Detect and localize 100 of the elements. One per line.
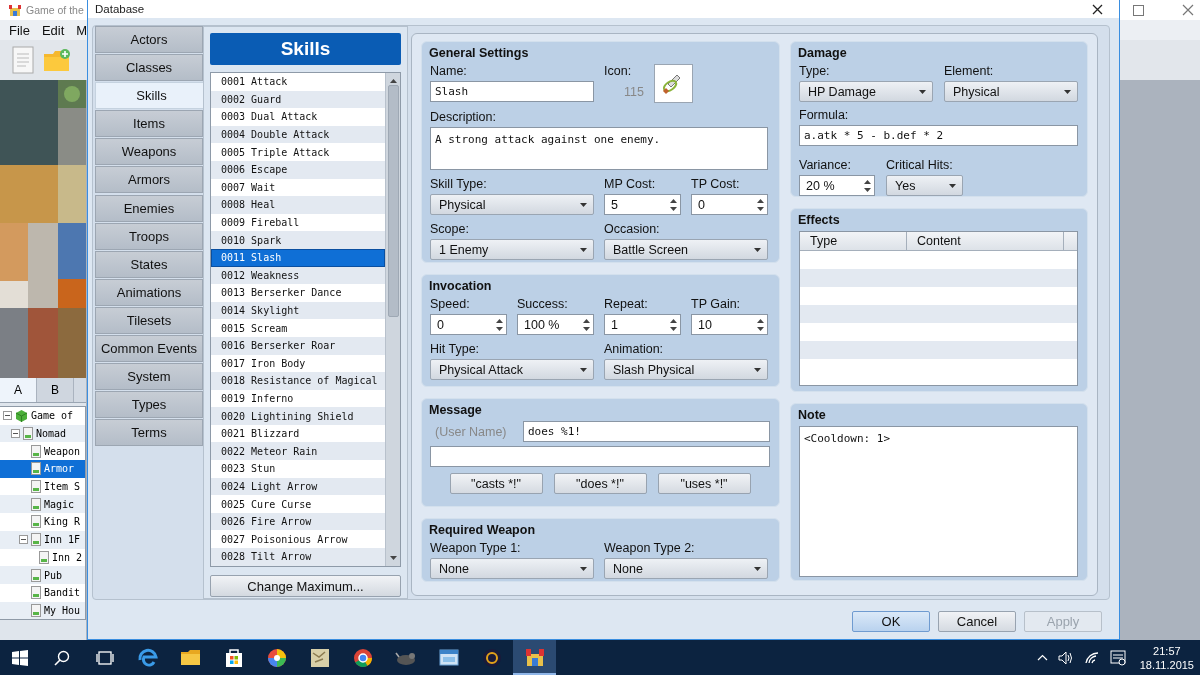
collapse-icon[interactable] xyxy=(11,429,20,439)
list-item[interactable]: 0008 Heal xyxy=(211,196,385,214)
category-tab[interactable]: Tilesets xyxy=(95,306,203,334)
list-item[interactable]: 0013 Berserker Dance xyxy=(211,284,385,302)
spin-arrows-icon[interactable] xyxy=(757,317,764,332)
maximize-icon[interactable] xyxy=(1133,4,1144,16)
text-field[interactable]: A strong attack against one enemy. xyxy=(430,127,768,170)
text-field[interactable]: <Cooldown: 1> xyxy=(799,426,1078,577)
list-item[interactable]: 0016 Berserker Roar xyxy=(211,336,385,355)
tree-item[interactable]: Pub xyxy=(0,566,85,584)
collapse-icon[interactable] xyxy=(3,411,12,421)
dropdown[interactable]: Physical Attack xyxy=(430,359,594,380)
list-item[interactable]: 0020 Lightining Shield xyxy=(211,407,385,425)
number-field[interactable]: 10 xyxy=(691,314,768,335)
category-tab[interactable]: Weapons xyxy=(95,138,203,166)
tab[interactable]: A xyxy=(0,378,37,402)
dropdown[interactable]: None xyxy=(604,558,768,579)
spin-arrows-icon[interactable] xyxy=(757,197,764,212)
text-field[interactable]: does %1! xyxy=(523,421,770,442)
wifi-icon[interactable] xyxy=(1083,650,1100,665)
number-field[interactable]: 0 xyxy=(691,194,768,215)
list-item[interactable]: 0017 Iron Body xyxy=(211,354,385,373)
spin-arrows-icon[interactable] xyxy=(496,317,503,332)
collapse-icon[interactable] xyxy=(19,535,28,545)
number-field[interactable]: 20 % xyxy=(799,175,875,196)
category-tab[interactable]: Actors xyxy=(95,26,203,53)
scroll-down-icon[interactable] xyxy=(389,556,397,560)
dropdown[interactable]: Physical xyxy=(944,81,1078,102)
change-maximum-button[interactable]: Change Maximum... xyxy=(210,575,401,597)
number-field[interactable]: 100 % xyxy=(517,314,594,335)
template-button[interactable]: "does *!" xyxy=(553,473,647,494)
template-button[interactable]: "casts *!" xyxy=(449,473,543,494)
menu-item[interactable]: Edit xyxy=(35,22,71,38)
tree-item[interactable]: Nomad xyxy=(0,424,85,443)
scrollbar[interactable] xyxy=(385,73,400,566)
dropdown[interactable]: 1 Enemy xyxy=(430,239,594,260)
tree-item[interactable]: Inn 1F xyxy=(0,530,85,549)
list-item[interactable]: 0002 Guard xyxy=(211,90,385,109)
list-item[interactable]: 0021 Blizzard xyxy=(211,424,385,443)
menu-item[interactable]: File xyxy=(3,22,36,38)
list-item[interactable]: 0010 Spark xyxy=(211,231,385,249)
speaker-icon[interactable] xyxy=(1057,650,1074,665)
tree-item[interactable]: Game of xyxy=(0,407,85,425)
dialog-button[interactable]: OK xyxy=(852,611,930,632)
spin-arrows-icon[interactable] xyxy=(670,197,677,212)
dropdown[interactable]: HP Damage xyxy=(799,81,933,102)
icon-picker[interactable] xyxy=(653,64,693,103)
list-item[interactable]: 0026 Fire Arrow xyxy=(211,512,385,531)
number-field[interactable]: 0 xyxy=(430,314,507,335)
task-view-icon[interactable] xyxy=(95,650,114,665)
dialog-button[interactable]: Cancel xyxy=(938,611,1016,632)
category-tab[interactable]: Terms xyxy=(95,419,203,447)
list-item[interactable]: 0022 Meteor Rain xyxy=(211,442,385,461)
tab[interactable]: B xyxy=(37,378,74,402)
category-tab[interactable]: Classes xyxy=(95,54,203,82)
list-item[interactable]: 0006 Escape xyxy=(211,160,385,179)
tree-item[interactable]: Armor xyxy=(0,460,85,478)
list-item[interactable]: 0028 Tilt Arrow xyxy=(211,548,385,566)
category-tab[interactable]: Items xyxy=(95,110,203,138)
category-tab[interactable]: Armors xyxy=(95,166,203,194)
category-tab[interactable]: System xyxy=(95,363,203,391)
number-field[interactable]: 5 xyxy=(604,194,681,215)
dropdown[interactable]: None xyxy=(430,558,594,579)
list-item[interactable]: 0009 Fireball xyxy=(211,213,385,232)
list-item[interactable]: 0024 Light Arrow xyxy=(211,477,385,496)
tree-item[interactable]: My Hou xyxy=(0,601,85,620)
text-field[interactable]: a.atk * 5 - b.def * 2 xyxy=(799,125,1078,146)
list-item[interactable]: 0014 Skylight xyxy=(211,301,385,320)
dropdown[interactable]: Slash Physical xyxy=(604,359,768,380)
template-button[interactable]: "uses *!" xyxy=(657,473,751,494)
text-field[interactable] xyxy=(430,446,770,467)
dropdown[interactable]: Yes xyxy=(886,175,963,196)
list-item[interactable]: 0023 Stun xyxy=(211,460,385,478)
list-item[interactable]: 0004 Double Attack xyxy=(211,125,385,144)
search-icon[interactable] xyxy=(53,649,70,666)
tree-item[interactable]: Weapon xyxy=(0,442,85,461)
number-field[interactable]: 1 xyxy=(604,314,681,335)
text-field[interactable]: Slash xyxy=(430,81,594,102)
dropdown[interactable]: Battle Screen xyxy=(604,239,768,260)
list-item[interactable]: 0001 Attack xyxy=(211,73,385,91)
list-item[interactable]: 0015 Scream xyxy=(211,319,385,337)
tree-item[interactable]: Inn 2 xyxy=(0,548,85,567)
spin-arrows-icon[interactable] xyxy=(670,317,677,332)
list-item[interactable]: 0005 Triple Attack xyxy=(211,143,385,161)
notification-icon[interactable] xyxy=(1109,649,1126,666)
tree-item[interactable]: Magic xyxy=(0,495,85,514)
spin-arrows-icon[interactable] xyxy=(583,317,590,332)
list-item[interactable]: 0007 Wait xyxy=(211,178,385,197)
category-tab[interactable]: Types xyxy=(95,391,203,419)
start-icon[interactable] xyxy=(12,649,28,666)
list-item[interactable]: 0003 Dual Attack xyxy=(211,108,385,126)
tree-item[interactable]: Item S xyxy=(0,477,85,496)
dropdown[interactable]: Physical xyxy=(430,194,594,215)
category-tab[interactable]: Troops xyxy=(95,222,203,250)
spin-arrows-icon[interactable] xyxy=(864,178,871,193)
list-item[interactable]: 0018 Resistance of Magical xyxy=(211,372,385,390)
list-item[interactable]: 0027 Poisonious Arrow xyxy=(211,530,385,549)
category-tab[interactable]: Common Events xyxy=(95,335,203,363)
category-tab[interactable]: States xyxy=(95,250,203,278)
close-icon[interactable] xyxy=(1092,4,1103,15)
